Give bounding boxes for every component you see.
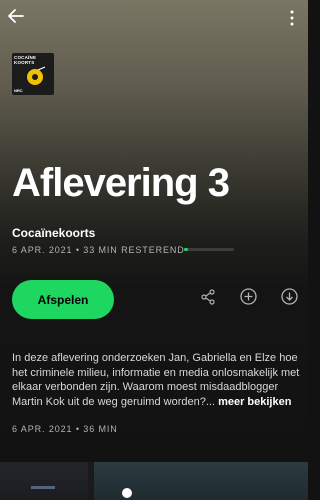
arrow-left-icon — [7, 7, 25, 30]
add-circle-icon — [239, 288, 257, 310]
cover-publisher-mark: NRC — [14, 88, 23, 93]
download-circle-icon — [280, 288, 298, 310]
back-button[interactable] — [4, 6, 28, 30]
thumbnail-graphic — [122, 488, 132, 498]
top-bar — [0, 0, 308, 40]
see-more-link[interactable]: meer bekijken — [218, 396, 291, 408]
episode-date-duration: 6 APR. 2021 • 36 MIN — [12, 424, 118, 434]
cover-vinyl-graphic — [27, 66, 46, 85]
episode-progress-bar — [184, 248, 234, 251]
related-episode-thumbnail[interactable] — [0, 462, 88, 500]
show-name-link[interactable]: Cocaïnekoorts — [12, 226, 95, 240]
thumbnail-graphic — [31, 486, 55, 489]
download-button[interactable] — [280, 288, 298, 310]
episode-progress-fill — [184, 248, 188, 251]
play-button[interactable]: Afspelen — [12, 280, 114, 319]
more-options-button[interactable] — [284, 8, 300, 32]
episode-description: In deze aflevering onderzoeken Jan, Gabr… — [12, 351, 302, 410]
related-episode-thumbnail[interactable] — [94, 462, 308, 500]
episode-meta: 6 APR. 2021 • 33 MIN RESTEREND — [12, 245, 185, 255]
podcast-cover-art[interactable]: COCAÏNE KOORTS NRC — [12, 53, 54, 95]
more-vertical-icon — [290, 10, 294, 31]
share-button[interactable] — [199, 288, 217, 310]
episode-title: Aflevering 3 — [12, 161, 230, 205]
cover-title: COCAÏNE KOORTS — [14, 55, 37, 65]
add-to-library-button[interactable] — [239, 288, 257, 310]
share-icon — [200, 288, 216, 310]
